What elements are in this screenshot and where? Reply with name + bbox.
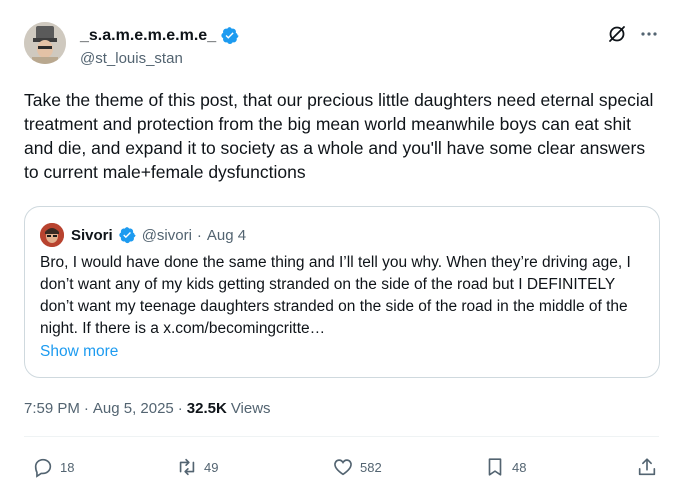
reply-button[interactable]: 18 <box>32 456 74 478</box>
quote-date: Aug 4 <box>206 226 247 244</box>
bookmark-count: 48 <box>512 459 527 475</box>
reply-count: 18 <box>60 459 75 475</box>
meta-separator: · <box>83 400 89 417</box>
author-name-row[interactable]: _s.a.m.e.m.e.m.e_ <box>80 26 239 45</box>
more-icon[interactable] <box>639 24 659 44</box>
reply-icon <box>32 456 54 478</box>
author-display-name[interactable]: _s.a.m.e.m.e.m.e_ <box>80 27 216 45</box>
quoted-post[interactable]: Sivori @sivori · Aug 4 Bro, I would have… <box>24 206 660 378</box>
quote-header: Sivori @sivori · Aug 4 <box>40 223 246 247</box>
post-time[interactable]: 7:59 PM <box>24 400 80 417</box>
quote-text: Bro, I would have done the same thing an… <box>40 254 631 337</box>
like-icon <box>332 456 354 478</box>
action-bar: 18 49 582 48 <box>28 456 658 480</box>
verified-badge-icon <box>220 26 239 45</box>
verified-badge-icon <box>118 226 137 245</box>
meta-separator: · <box>177 400 183 417</box>
post-meta: 7:59 PM · Aug 5, 2025 · 32.5K Views <box>24 400 271 417</box>
grok-icon[interactable] <box>607 24 627 44</box>
author-avatar[interactable] <box>24 22 66 64</box>
share-button[interactable] <box>636 456 658 478</box>
views-count: 32.5K <box>186 400 227 417</box>
show-more-link[interactable]: Show more <box>40 343 118 361</box>
post-top-actions <box>607 24 659 44</box>
post-date[interactable]: Aug 5, 2025 <box>93 400 174 417</box>
quote-handle: @sivori <box>141 226 192 244</box>
share-icon <box>636 456 658 478</box>
author-handle[interactable]: @st_louis_stan <box>80 50 183 67</box>
views-label: Views <box>230 400 271 417</box>
repost-icon <box>176 456 198 478</box>
like-button[interactable]: 582 <box>332 456 382 478</box>
quote-avatar <box>40 223 64 247</box>
quote-separator: · <box>196 226 202 244</box>
post-text: Take the theme of this post, that our pr… <box>24 90 654 182</box>
repost-button[interactable]: 49 <box>176 456 218 478</box>
like-count: 582 <box>360 459 382 475</box>
bookmark-icon <box>484 456 506 478</box>
divider <box>24 436 659 437</box>
bookmark-button[interactable]: 48 <box>484 456 526 478</box>
repost-count: 49 <box>204 459 219 475</box>
quote-display-name: Sivori <box>71 226 113 244</box>
